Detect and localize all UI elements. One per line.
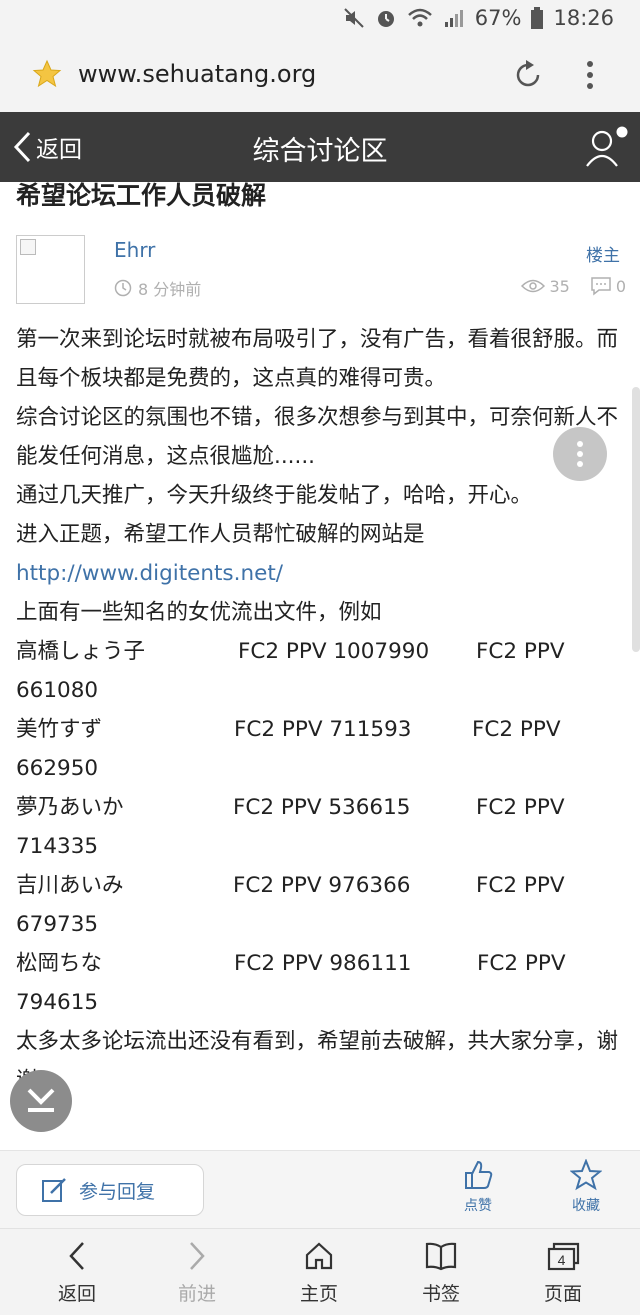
chevron-right-icon — [190, 1242, 205, 1270]
nav-home-button[interactable]: 主页 — [274, 1241, 364, 1306]
battery-percent: 67% — [474, 6, 522, 30]
nav-back-label: 返回 — [57, 1283, 96, 1305]
replies-count: 0 — [615, 276, 626, 296]
entry-name: 美竹すず — [16, 717, 103, 742]
forum-header: 返回 综合讨论区 — [0, 112, 640, 182]
post-content-area: 希望论坛工作人员破解 Ehrr 8 分钟前 楼主 35 0 第一次来到论坛时就被… — [0, 182, 640, 1150]
eye-icon — [521, 279, 546, 293]
mute-icon — [344, 8, 364, 28]
thumbs-up-icon — [465, 1160, 493, 1189]
views-stat: 35 — [521, 276, 570, 296]
entry-code-num: 661080 — [16, 678, 99, 703]
post-body: 第一次来到论坛时就被布局吸引了，没有广告，看着很舒服。而且每个板块都是免费的，这… — [16, 320, 626, 1100]
arrow-down-icon — [27, 1088, 55, 1112]
browser-bottom-nav: 返回 前进 主页 书签 4 页面 — [0, 1228, 640, 1315]
entry-code-num: 714335 — [16, 834, 99, 859]
clock: 18:26 — [553, 6, 614, 30]
wifi-icon — [407, 8, 432, 27]
list-item: 夢乃あいか FC2 PPV 536615 FC2 PPV 714335 — [16, 788, 626, 866]
list-item: 吉川あいみ FC2 PPV 976366 FC2 PPV 679735 — [16, 866, 626, 944]
battery-icon — [531, 7, 544, 29]
list-item: 高橋しょう子 FC2 PPV 1007990 FC2 PPV 661080 — [16, 632, 626, 710]
star-icon[interactable] — [32, 59, 62, 89]
entry-code-num: 662950 — [16, 756, 99, 781]
chevron-left-icon — [69, 1242, 84, 1270]
entry-name: 松岡ちな — [16, 951, 103, 976]
entry-code: FC2 PPV — [476, 795, 565, 820]
entry-code: FC2 PPV — [472, 717, 561, 742]
user-icon[interactable] — [584, 126, 628, 170]
edit-icon — [42, 1178, 66, 1202]
tabs-icon: 4 — [547, 1242, 580, 1271]
avatar[interactable] — [16, 235, 85, 304]
browser-url-bar: www.sehuatang.org — [0, 40, 640, 112]
paragraph: 综合讨论区的氛围也不错，很多次想参与到其中，可奈何新人不能发任何消息，这点很尴尬… — [16, 405, 619, 469]
star-outline-icon — [570, 1159, 602, 1191]
list-item: 美竹すず FC2 PPV 711593 FC2 PPV 662950 — [16, 710, 626, 788]
nav-back-button[interactable]: 返回 — [32, 1241, 122, 1306]
favorite-label: 收藏 — [572, 1198, 600, 1214]
entry-code: FC2 PPV 711593 — [234, 717, 412, 742]
alarm-icon — [377, 11, 394, 27]
post-link[interactable]: http://www.digitents.net/ — [16, 554, 626, 593]
more-vert-icon — [577, 441, 583, 467]
scroll-to-bottom-button[interactable] — [10, 1070, 72, 1132]
home-icon — [305, 1242, 333, 1270]
paragraph: 上面有一些知名的女优流出文件，例如 — [16, 600, 382, 625]
like-button[interactable]: 点赞 — [448, 1159, 508, 1215]
more-vert-icon[interactable] — [580, 58, 600, 92]
paragraph: 太多太多论坛流出还没有看到，希望前去破解，共大家分享，谢谢。 — [16, 1029, 619, 1093]
nav-bookmarks-button[interactable]: 书签 — [396, 1241, 486, 1306]
page-title: 综合讨论区 — [252, 136, 388, 167]
entry-code: FC2 PPV 976366 — [233, 873, 411, 898]
entry-code: FC2 PPV 536615 — [233, 795, 411, 820]
op-badge: 楼主 — [586, 246, 620, 266]
paragraph: 进入正题，希望工作人员帮忙破解的网站是 — [16, 522, 425, 547]
reply-label: 参与回复 — [79, 1180, 156, 1203]
comment-icon — [591, 277, 611, 296]
floating-more-button[interactable] — [553, 427, 607, 481]
entry-code: FC2 PPV — [476, 873, 565, 898]
entry-code-num: 679735 — [16, 912, 99, 937]
paragraph: 第一次来到论坛时就被布局吸引了，没有广告，看着很舒服。而且每个板块都是免费的，这… — [16, 327, 619, 391]
post-title: 希望论坛工作人员破解 — [16, 182, 267, 210]
entry-code-num: 794615 — [16, 990, 99, 1015]
reply-button[interactable]: 参与回复 — [16, 1164, 204, 1216]
nav-home-label: 主页 — [299, 1283, 338, 1305]
tab-count: 4 — [558, 1252, 566, 1268]
reload-icon[interactable] — [512, 59, 544, 91]
nav-forward-button[interactable]: 前进 — [152, 1241, 242, 1306]
nav-forward-label: 前进 — [177, 1283, 216, 1305]
book-icon — [425, 1242, 457, 1271]
url-text[interactable]: www.sehuatang.org — [78, 60, 316, 88]
post-time: 8 分钟前 — [114, 276, 201, 300]
scrollbar[interactable] — [632, 387, 640, 652]
list-item: 松岡ちな FC2 PPV 986111 FC2 PPV 794615 — [16, 944, 626, 1022]
post-action-bar: 参与回复 点赞 收藏 — [0, 1150, 640, 1228]
post-stats: 35 0 — [521, 276, 626, 296]
post-time-text: 8 分钟前 — [138, 280, 202, 299]
status-bar: 67% 18:26 — [0, 0, 640, 40]
entry-code: FC2 PPV 986111 — [234, 951, 412, 976]
author-name[interactable]: Ehrr — [114, 238, 155, 262]
signal-icon — [444, 10, 463, 27]
nav-tabs-label: 页面 — [543, 1283, 582, 1305]
nav-bookmarks-label: 书签 — [421, 1283, 460, 1305]
paragraph: 通过几天推广，今天升级终于能发帖了，哈哈，开心。 — [16, 483, 533, 508]
replies-stat: 0 — [590, 276, 626, 296]
entry-code: FC2 PPV — [477, 951, 566, 976]
nav-tabs-button[interactable]: 4 页面 — [518, 1241, 608, 1306]
broken-image-icon — [20, 239, 36, 255]
views-count: 35 — [549, 276, 570, 296]
favorite-button[interactable]: 收藏 — [556, 1159, 616, 1215]
clock-icon — [114, 279, 132, 297]
entry-name: 吉川あいみ — [16, 873, 124, 898]
entry-name: 夢乃あいか — [16, 795, 124, 820]
entry-name: 高橋しょう子 — [16, 639, 146, 664]
entry-code: FC2 PPV 1007990 — [238, 639, 430, 664]
entry-code: FC2 PPV — [476, 639, 565, 664]
like-label: 点赞 — [464, 1198, 492, 1214]
